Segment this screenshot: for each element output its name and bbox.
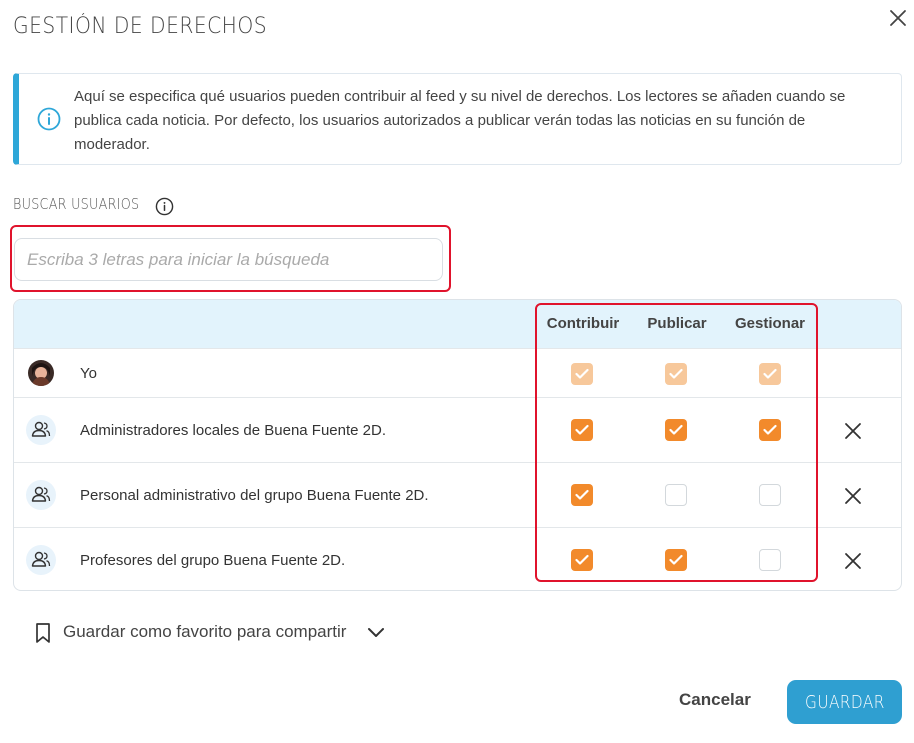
dialog-title: GESTIÓN DE DERECHOS [13,14,268,39]
remove-row-button[interactable] [843,421,863,441]
chevron-down-icon [368,628,384,637]
users-group-icon [26,480,56,510]
close-dialog-button[interactable] [886,6,910,30]
rights-highlight [535,303,818,582]
info-text: Aquí se especifica qué usuarios pueden c… [74,88,846,153]
save-button-label: GUARDAR [804,691,885,713]
close-icon [845,423,861,439]
bookmark-icon [36,623,50,643]
users-group-icon [26,545,56,575]
close-icon [845,553,861,569]
row-name: Administradores locales de Buena Fuente … [80,422,387,439]
row-name: Profesores del grupo Buena Fuente 2D. [80,552,346,569]
remove-row-button[interactable] [843,486,863,506]
cancel-button[interactable]: Cancelar [679,690,751,710]
row-name: Yo [80,365,97,382]
remove-row-button[interactable] [843,551,863,571]
save-button[interactable]: GUARDAR [787,680,902,724]
help-info-icon[interactable] [155,197,174,216]
row-name: Personal administrativo del grupo Buena … [80,487,429,504]
search-input[interactable] [14,238,443,281]
search-label: BUSCAR USUARIOS [13,195,140,213]
favorite-label: Guardar como favorito para compartir [63,622,347,641]
info-icon [37,107,61,131]
info-panel: Aquí se especifica qué usuarios pueden c… [13,73,902,165]
close-icon [845,488,861,504]
users-group-icon [26,415,56,445]
avatar [28,360,54,386]
close-icon [890,10,906,26]
